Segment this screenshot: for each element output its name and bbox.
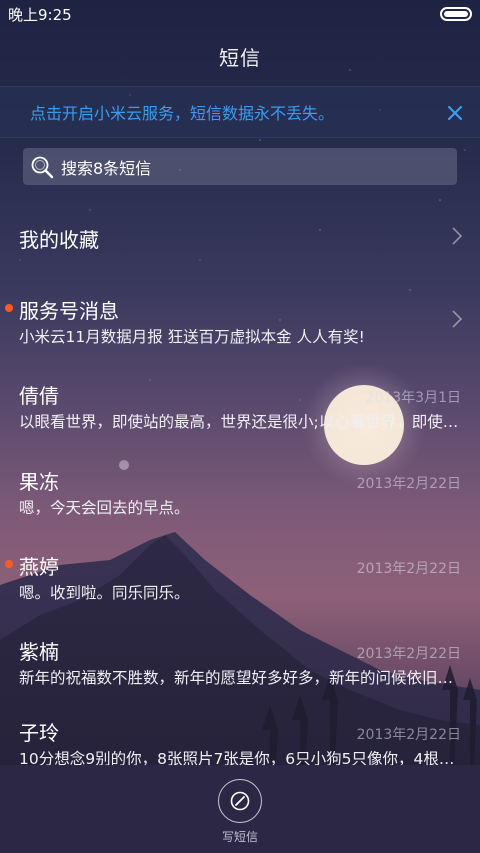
compose-icon xyxy=(230,791,250,811)
status-bar: 晚上9:25 xyxy=(0,0,480,28)
favorites-label: 我的收藏 xyxy=(19,228,99,252)
chevron-right-icon xyxy=(452,227,463,245)
message-date: 2013年2月22日 xyxy=(356,561,461,577)
favorites-row[interactable]: 我的收藏 xyxy=(0,196,480,276)
list-item[interactable]: 服务号消息 小米云11月数据月报 狂送百万虚拟本金 人人有奖! xyxy=(0,291,480,371)
message-preview: 嗯，今天会回去的早点。 xyxy=(19,499,190,517)
search-input[interactable]: 搜索8条短信 xyxy=(23,148,457,185)
unread-dot xyxy=(5,304,13,312)
page-title: 短信 xyxy=(219,45,261,70)
contact-name: 子玲 xyxy=(19,721,59,745)
contact-name: 服务号消息 xyxy=(19,299,119,323)
banner-text[interactable]: 点击开启小米云服务，短信数据永不丢失。 xyxy=(30,100,450,124)
list-item[interactable]: 紫楠 2013年2月22日 新年的祝福数不胜数，新年的愿望好多好多，新年的问候依… xyxy=(0,632,480,712)
unread-dot xyxy=(5,560,13,568)
list-item[interactable]: 燕婷 2013年2月22日 嗯。收到啦。同乐同乐。 xyxy=(0,547,480,627)
bottom-toolbar: 写短信 xyxy=(0,765,480,853)
message-preview: 小米云11月数据月报 狂送百万虚拟本金 人人有奖! xyxy=(19,328,365,346)
message-preview: 嗯。收到啦。同乐同乐。 xyxy=(19,584,190,602)
contact-name: 燕婷 xyxy=(19,555,59,579)
chevron-right-icon xyxy=(452,310,463,328)
message-preview: 以眼看世界，即使站的最高，世界还是很小;以心看世界，即使… xyxy=(19,413,459,431)
message-date: 2013年2月22日 xyxy=(356,727,461,743)
message-date: 2013年2月22日 xyxy=(356,476,461,492)
list-item[interactable]: 果冻 2013年2月22日 嗯，今天会回去的早点。 xyxy=(0,462,480,542)
contact-name: 果冻 xyxy=(19,470,59,494)
close-icon[interactable] xyxy=(442,100,468,126)
message-date: 2013年2月22日 xyxy=(356,646,461,662)
search-icon xyxy=(29,154,55,180)
battery-icon xyxy=(440,7,472,21)
contact-name: 倩倩 xyxy=(19,384,59,408)
cloud-service-banner[interactable]: 点击开启小米云服务，短信数据永不丢失。 xyxy=(0,86,480,138)
contact-name: 紫楠 xyxy=(19,640,59,664)
search-placeholder: 搜索8条短信 xyxy=(61,158,152,178)
message-preview: 新年的祝福数不胜数，新年的愿望好多好多，新年的问候依旧… xyxy=(19,669,454,687)
compose-button[interactable] xyxy=(218,779,262,823)
status-time: 晚上9:25 xyxy=(8,5,72,24)
list-item[interactable]: 倩倩 2013年3月1日 以眼看世界，即使站的最高，世界还是很小;以心看世界，即… xyxy=(0,376,480,456)
message-date: 2013年3月1日 xyxy=(365,390,461,406)
compose-label: 写短信 xyxy=(221,830,258,844)
app-header: 短信 xyxy=(0,28,480,84)
